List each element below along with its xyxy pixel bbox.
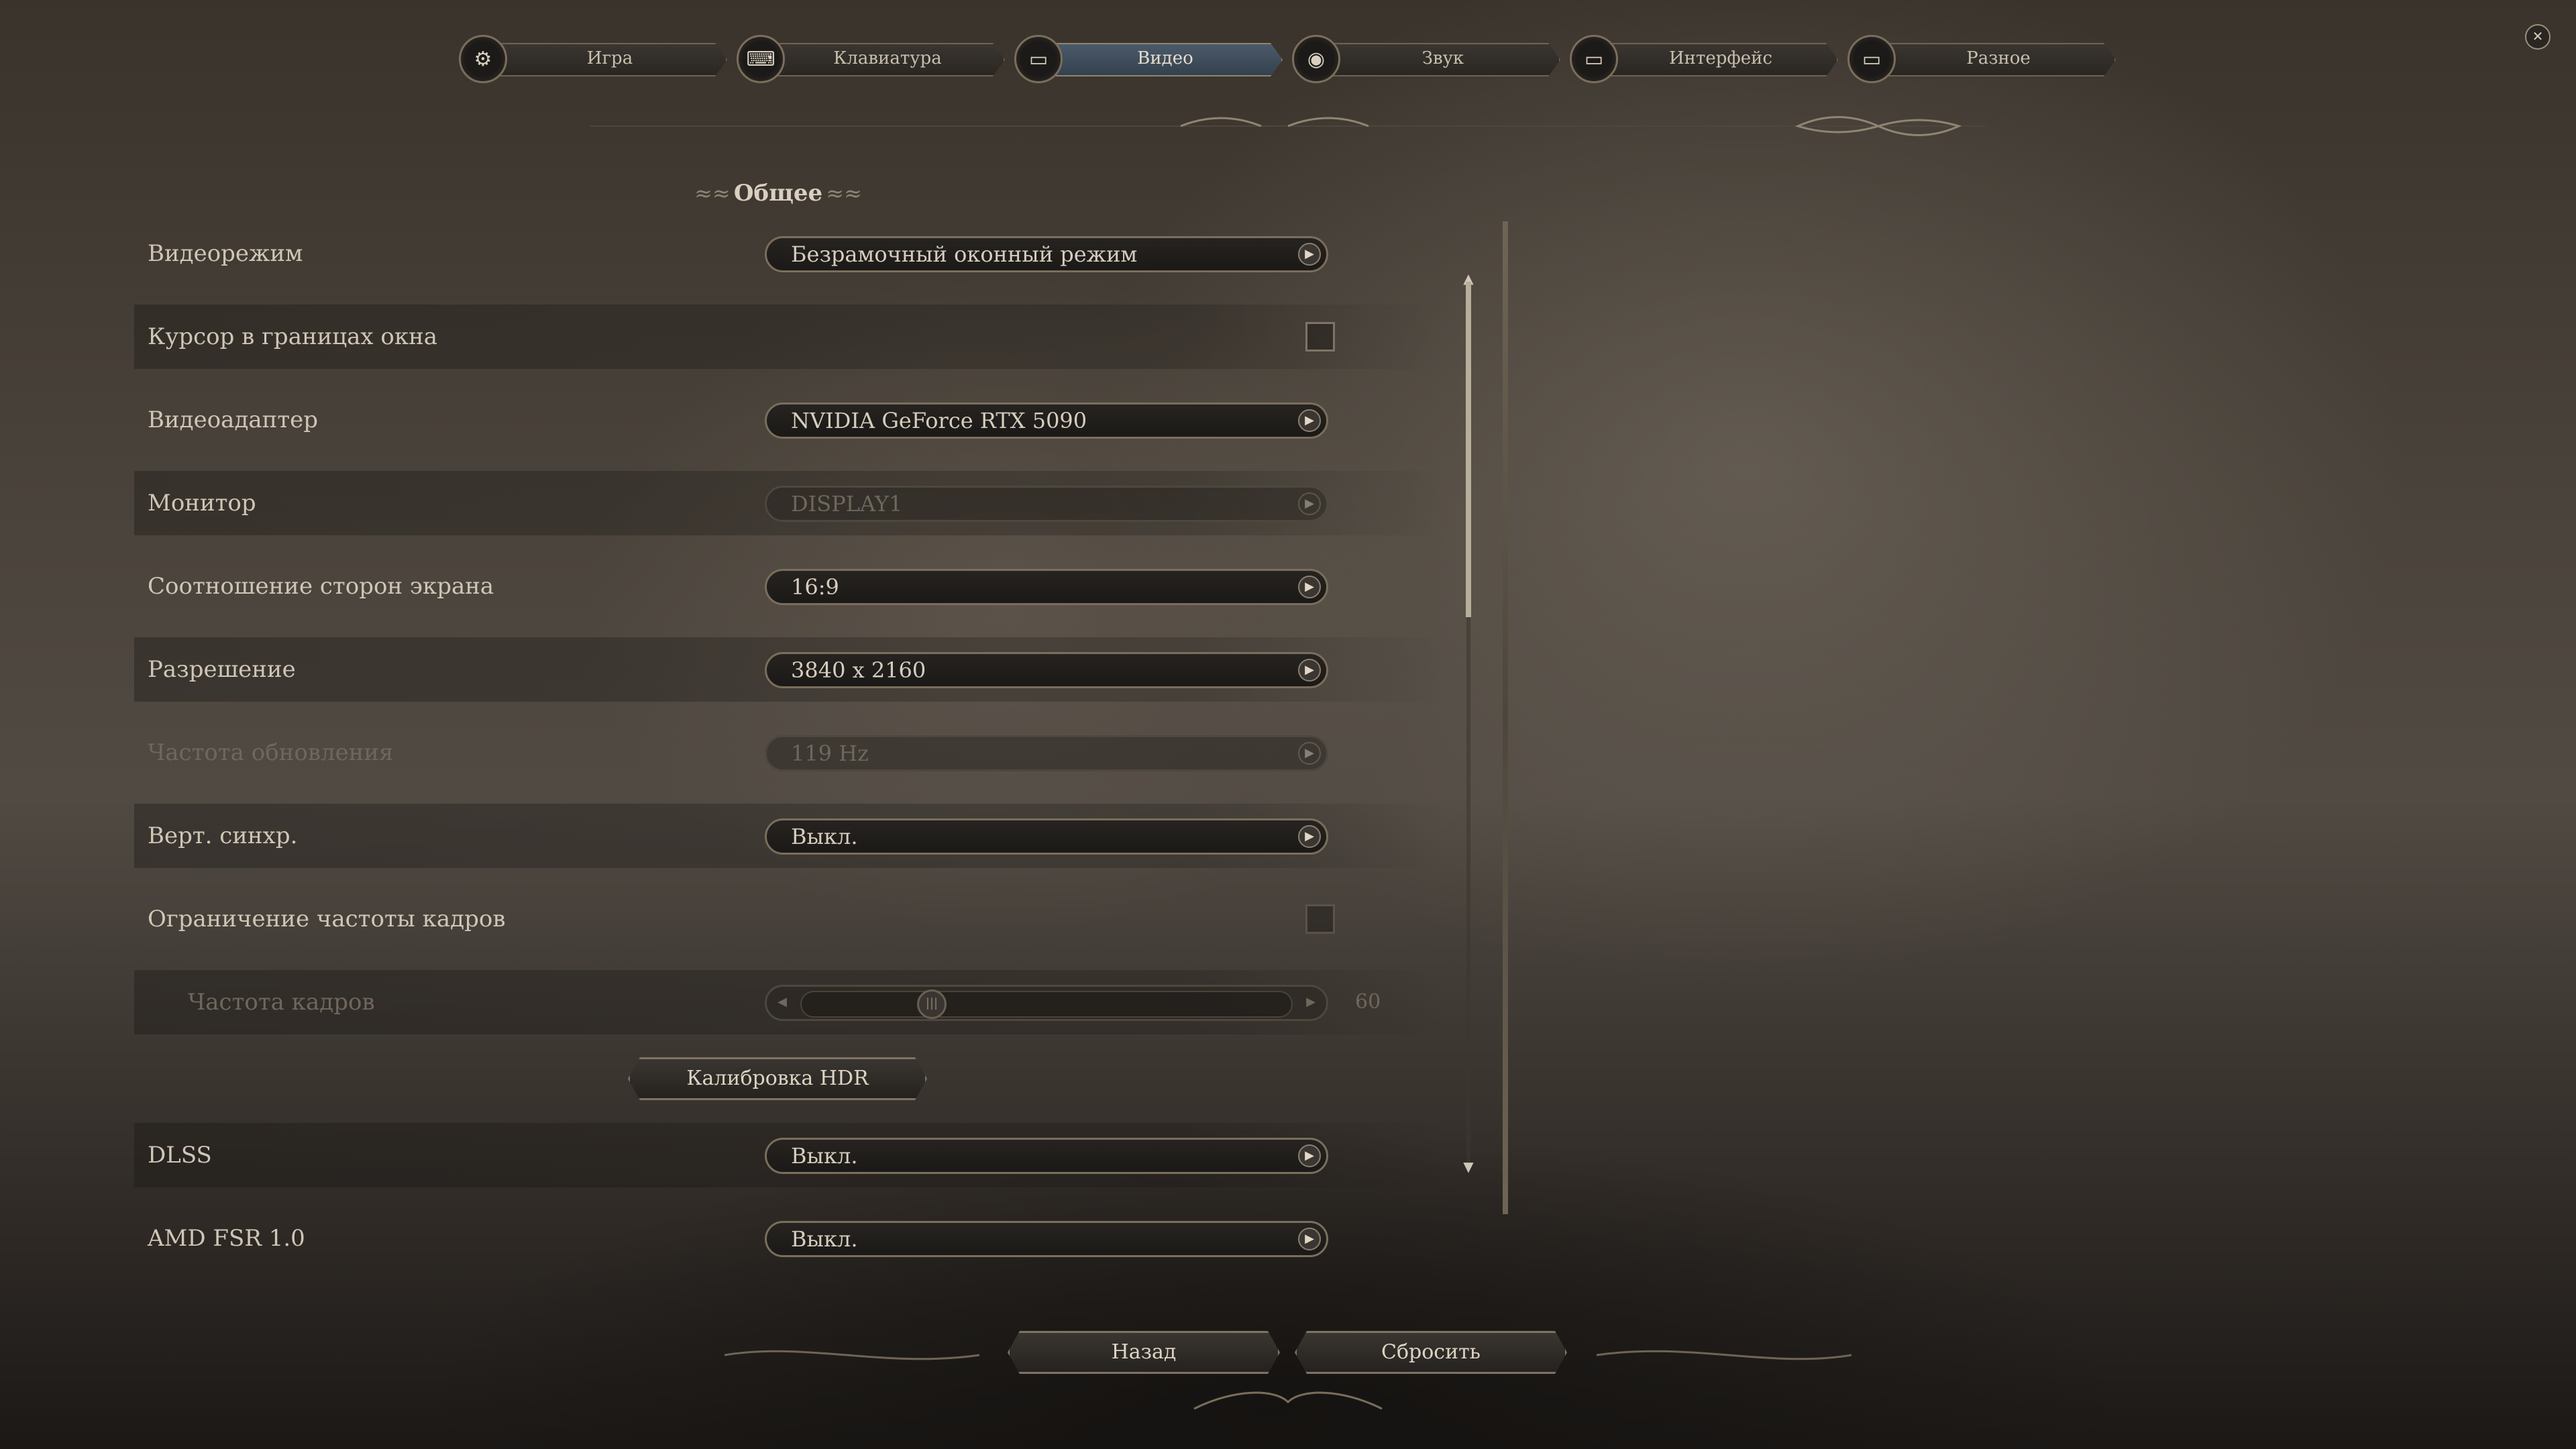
tab-interface[interactable]: ▭ Интерфейс	[1570, 35, 1838, 83]
tab-keyboard[interactable]: ⌨ Клавиатура	[737, 35, 1005, 83]
chevron-right-icon[interactable]: ▶	[1298, 243, 1321, 266]
tab-game[interactable]: ⚙ Игра	[459, 35, 727, 83]
cursor-confine-checkbox[interactable]	[1305, 322, 1335, 352]
tab-label: Разное	[1966, 48, 2031, 68]
chevron-right-icon[interactable]: ▶	[1298, 409, 1321, 432]
setting-label: Разрешение	[148, 656, 296, 683]
setting-label: DLSS	[148, 1142, 212, 1169]
aspect-ratio-dropdown[interactable]: 16:9 ▶	[765, 569, 1328, 605]
section-title: Общее	[733, 180, 823, 207]
setting-label: Ограничение частоты кадров	[148, 906, 506, 932]
amd-fsr-dropdown[interactable]: Выкл. ▶	[765, 1221, 1328, 1257]
row-cursor-confine: Курсор в границах окна	[134, 305, 1449, 369]
tab-sound[interactable]: ◉ Звук	[1292, 35, 1560, 83]
slider-handle: |||	[917, 989, 947, 1019]
row-amd-fsr: AMD FSR 1.0 Выкл. ▶	[134, 1206, 1449, 1271]
dropdown-value: 3840 x 2160	[791, 657, 926, 683]
video-mode-dropdown[interactable]: Безрамочный оконный режим ▶	[765, 236, 1328, 272]
vsync-dropdown[interactable]: Выкл. ▶	[765, 818, 1328, 855]
monitor-icon: ▭	[1570, 35, 1618, 83]
arrow-left-icon: ◀	[777, 995, 787, 1009]
tab-label: Клавиатура	[833, 48, 942, 68]
chevron-right-icon[interactable]: ▶	[1298, 1228, 1321, 1250]
scroll-down-icon[interactable]: ▼	[1460, 1158, 1477, 1175]
slider-value: 60	[1355, 990, 1381, 1014]
setting-label: Видеорежим	[148, 240, 303, 267]
close-button[interactable]: ✕	[2525, 24, 2551, 50]
decorative-divider	[1503, 221, 1508, 1214]
row-frame-limit: Ограничение частоты кадров	[134, 887, 1449, 951]
row-monitor: Монитор DISPLAY1 ▶	[134, 471, 1449, 535]
chevron-right-icon: ▶	[1298, 492, 1321, 515]
dropdown-value: Выкл.	[791, 1226, 858, 1252]
dropdown-value: Выкл.	[791, 824, 858, 849]
dropdown-value: DISPLAY1	[791, 491, 903, 517]
video-adapter-dropdown[interactable]: NVIDIA GeForce RTX 5090 ▶	[765, 402, 1328, 439]
frame-limit-checkbox[interactable]	[1305, 904, 1335, 934]
monitor-icon: ▭	[1014, 35, 1063, 83]
arrow-right-icon: ▶	[1306, 995, 1316, 1009]
dropdown-value: NVIDIA GeForce RTX 5090	[791, 408, 1087, 433]
row-resolution: Разрешение 3840 x 2160 ▶	[134, 637, 1449, 702]
dlss-dropdown[interactable]: Выкл. ▶	[765, 1138, 1328, 1174]
header-divider-ornament	[590, 116, 1986, 136]
speaker-icon: ◉	[1292, 35, 1340, 83]
setting-label: Частота обновления	[148, 739, 394, 766]
chevron-right-icon: ▶	[1298, 742, 1321, 765]
dropdown-value: Безрамочный оконный режим	[791, 241, 1138, 267]
monitor-dropdown: DISPLAY1 ▶	[765, 486, 1328, 522]
tab-label: Видео	[1137, 48, 1193, 68]
refresh-rate-dropdown: 119 Hz ▶	[765, 735, 1328, 771]
slider-track: |||	[800, 989, 1293, 1019]
back-button[interactable]: Назад	[1008, 1331, 1280, 1374]
setting-label: Частота кадров	[188, 989, 375, 1016]
tab-label: Звук	[1421, 48, 1464, 68]
dropdown-value: Выкл.	[791, 1143, 858, 1169]
row-dlss: DLSS Выкл. ▶	[134, 1123, 1449, 1187]
setting-label: AMD FSR 1.0	[148, 1225, 305, 1252]
tab-video[interactable]: ▭ Видео	[1014, 35, 1283, 83]
setting-label: Соотношение сторон экрана	[148, 573, 494, 600]
monitor-icon: ▭	[1847, 35, 1896, 83]
row-vsync: Верт. синхр. Выкл. ▶	[134, 804, 1449, 868]
setting-label: Верт. синхр.	[148, 822, 298, 849]
row-video-mode: Видеорежим Безрамочный оконный режим ▶	[134, 221, 1449, 286]
frame-rate-slider: ◀ ||| ▶	[765, 985, 1328, 1021]
tab-label: Интерфейс	[1668, 48, 1773, 68]
dropdown-value: 119 Hz	[791, 741, 869, 766]
flourish-left-icon: ≈≈	[694, 180, 731, 206]
keyboard-icon: ⌨	[737, 35, 785, 83]
chevron-right-icon[interactable]: ▶	[1298, 825, 1321, 848]
setting-label: Видеоадаптер	[148, 407, 319, 433]
row-video-adapter: Видеоадаптер NVIDIA GeForce RTX 5090 ▶	[134, 388, 1449, 452]
footer-ornament	[724, 1350, 1851, 1410]
chevron-right-icon[interactable]: ▶	[1298, 1144, 1321, 1167]
close-icon: ✕	[2532, 28, 2544, 44]
reset-button[interactable]: Сбросить	[1295, 1331, 1567, 1374]
setting-label: Монитор	[148, 490, 256, 517]
row-aspect-ratio: Соотношение сторон экрана 16:9 ▶	[134, 554, 1449, 619]
tab-misc[interactable]: ▭ Разное	[1847, 35, 2116, 83]
row-frame-rate: Частота кадров ◀ ||| ▶ 60	[134, 970, 1449, 1034]
chevron-right-icon[interactable]: ▶	[1298, 659, 1321, 682]
flourish-right-icon: ≈≈	[826, 180, 862, 206]
dropdown-value: 16:9	[791, 574, 839, 600]
section-header: ≈≈ Общее ≈≈	[678, 180, 879, 213]
resolution-dropdown[interactable]: 3840 x 2160 ▶	[765, 652, 1328, 688]
tab-label: Игра	[586, 48, 633, 68]
setting-label: Курсор в границах окна	[148, 323, 438, 350]
gear-icon: ⚙	[459, 35, 507, 83]
row-refresh-rate: Частота обновления 119 Hz ▶	[134, 720, 1449, 785]
scrollbar-thumb[interactable]	[1466, 282, 1471, 617]
chevron-right-icon[interactable]: ▶	[1298, 576, 1321, 598]
hdr-calibration-button[interactable]: Калибровка HDR	[628, 1057, 927, 1100]
